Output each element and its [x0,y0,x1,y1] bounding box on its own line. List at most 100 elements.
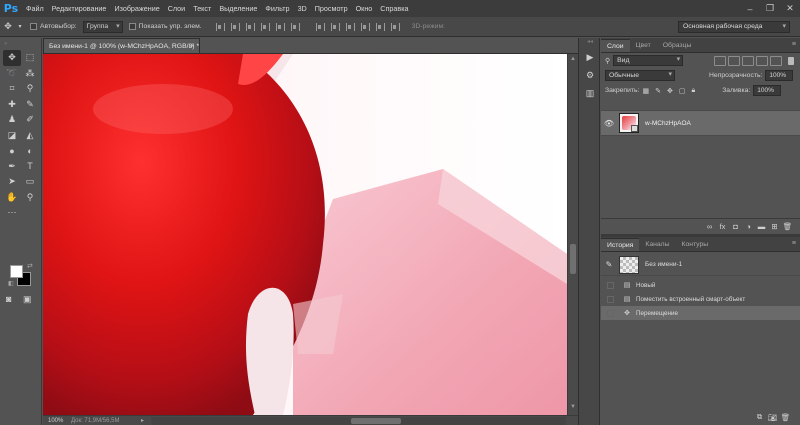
eyedropper-tool-icon[interactable]: ⚲ [21,81,39,97]
new-layer-icon[interactable]: ⊞ [768,222,781,231]
hand-tool-icon[interactable]: ✋ [3,190,21,206]
blur-tool-icon[interactable]: ● [3,143,21,159]
eraser-tool-icon[interactable]: ◪ [3,128,21,144]
close-icon[interactable]: ✕ [780,0,800,17]
menu-window[interactable]: Окно [352,4,377,13]
layer-filter-kind-dropdown[interactable]: Вид [613,55,684,66]
lock-transparent-icon[interactable]: ▦ [642,87,649,95]
history-item[interactable]: ▤ Поместить встроенный смарт-объект [601,292,800,306]
blend-mode-dropdown[interactable]: Обычные [605,70,675,81]
tab-swatches[interactable]: Образцы [657,39,698,52]
distribute-hcenter-icon[interactable] [373,21,386,33]
menu-layer[interactable]: Слои [164,4,189,13]
chevron-down-icon[interactable]: ▾ [16,20,24,34]
distribute-bottom-icon[interactable] [343,21,356,33]
adjustments-icon[interactable]: ▥ [579,84,601,102]
move-tool-icon[interactable]: ✥ [3,50,21,66]
distribute-top-icon[interactable] [313,21,326,33]
delete-layer-icon[interactable]: 🗑︎ [781,222,794,231]
type-tool-icon[interactable]: T [21,159,39,175]
marquee-tool-icon[interactable]: ⬚ [21,50,39,66]
align-top-icon[interactable] [213,21,226,33]
strip-collapse-icon[interactable]: ◂◂ [579,38,601,46]
menu-edit[interactable]: Редактирование [48,4,111,13]
default-colors-icon[interactable]: ◧ [8,280,14,287]
layer-row[interactable]: 👁︎ w-MChzHpAOA [601,110,800,136]
tab-color[interactable]: Цвет [630,39,657,52]
maximize-icon[interactable]: ❐ [760,0,780,17]
distribute-left-icon[interactable] [358,21,371,33]
lock-all-icon[interactable]: 🔒︎ [691,87,695,95]
history-source-checkbox[interactable] [607,281,614,289]
crop-tool-icon[interactable]: ⌗ [3,81,21,97]
tab-channels[interactable]: Каналы [639,238,675,251]
scroll-up-icon[interactable]: ▲ [570,56,576,62]
minimize-icon[interactable]: – [740,0,760,17]
screen-mode-icon[interactable]: ▣ [23,294,32,305]
history-menu-icon[interactable]: ≡ [792,240,796,247]
document-tab[interactable]: Без имени-1 @ 100% (w-MChzHpAOA, RGB/8) … [43,38,200,54]
close-tab-icon[interactable]: ✕ [189,39,195,54]
align-vcenter-icon[interactable] [228,21,241,33]
opacity-field[interactable]: 100% [765,70,794,81]
menu-view[interactable]: Просмотр [311,4,352,13]
swap-colors-icon[interactable]: ⇄ [27,262,33,270]
menu-help[interactable]: Справка [376,4,412,13]
adjustment-layer-icon[interactable]: ◑ [742,222,755,231]
link-layers-icon[interactable]: ∞ [703,222,716,231]
rectangle-tool-icon[interactable]: ▭ [21,174,39,190]
pen-tool-icon[interactable]: ✒ [3,159,21,175]
lasso-tool-icon[interactable]: ➰ [3,66,21,82]
tab-history[interactable]: История [601,238,640,251]
toolbar-grip[interactable]: » [4,41,8,47]
document-canvas[interactable] [43,54,567,415]
filter-type-icon[interactable] [742,55,755,66]
history-brush-tool-icon[interactable]: ✐ [21,112,39,128]
add-mask-icon[interactable]: ◘ [729,222,742,231]
distribute-right-icon[interactable] [388,21,401,33]
menu-select[interactable]: Выделение [215,4,261,13]
menu-filter[interactable]: Фильтр [261,4,293,13]
delete-state-icon[interactable]: 🗑︎ [779,413,792,422]
menu-file[interactable]: Файл [22,4,48,13]
eye-icon[interactable]: 👁︎ [601,119,617,128]
history-brush-source-icon[interactable]: ✎ [601,260,617,269]
path-select-tool-icon[interactable]: ➤ [3,174,21,190]
align-right-icon[interactable] [288,21,301,33]
history-snapshot[interactable]: ✎ Без имени-1 [601,254,800,276]
paint-bucket-tool-icon[interactable]: ◭ [21,128,39,144]
align-bottom-icon[interactable] [243,21,256,33]
filter-adjustment-icon[interactable] [728,55,741,66]
panel-menu-icon[interactable]: ≡ [792,41,796,48]
scroll-down-icon[interactable]: ▼ [570,404,576,410]
quick-mask-icon[interactable]: ◙ [6,294,11,304]
menu-image[interactable]: Изображение [110,4,163,13]
lock-pixels-icon[interactable]: ✎ [655,87,661,95]
dodge-tool-icon[interactable]: ◐ [21,143,39,159]
healing-brush-tool-icon[interactable]: ✚ [3,97,21,113]
menu-type[interactable]: Текст [189,4,215,13]
autoselect-dropdown[interactable]: Группа [82,20,123,33]
play-action-icon[interactable]: ▶ [579,48,601,66]
new-document-from-state-icon[interactable]: ⧉ [753,412,766,422]
layer-style-icon[interactable]: fx [716,222,729,231]
align-left-icon[interactable] [258,21,271,33]
horizontal-scrollbar[interactable] [151,416,566,425]
workspace-dropdown[interactable]: Основная рабочая среда [678,21,790,33]
tab-paths[interactable]: Контуры [675,238,714,251]
horizontal-scroll-thumb[interactable] [351,417,401,424]
show-controls-checkbox[interactable] [128,23,136,30]
more-tools-icon[interactable]: ⋯ [3,205,21,221]
distribute-vcenter-icon[interactable] [328,21,341,33]
history-item[interactable]: ▤ Новый [601,278,800,292]
autoselect-checkbox[interactable] [30,23,37,30]
lock-artboard-icon[interactable]: ▢ [679,87,686,95]
properties-icon[interactable]: ⚙ [579,66,601,84]
filter-toggle-switch[interactable] [788,57,794,65]
filter-smart-object-icon[interactable] [770,55,783,66]
zoom-tool-icon[interactable]: ⚲ [21,190,39,206]
history-source-checkbox[interactable] [607,309,614,317]
new-group-icon[interactable]: ▬ [755,222,768,231]
filter-pixel-icon[interactable] [714,55,727,66]
vertical-scroll-thumb[interactable] [570,244,576,274]
